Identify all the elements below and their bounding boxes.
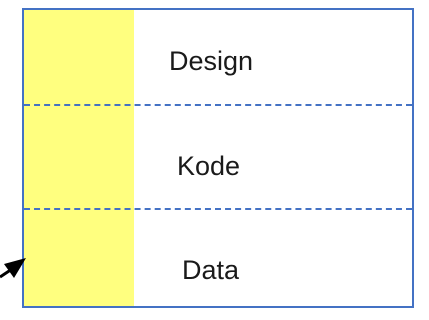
- divider-1: [24, 104, 412, 106]
- divider-2: [24, 208, 412, 210]
- section-label-kode: Kode: [177, 151, 241, 181]
- yellow-strip: [24, 10, 134, 306]
- stack-box: Design Kode Data: [22, 8, 414, 308]
- diagram-canvas: Design Kode Data: [0, 0, 429, 320]
- section-label-design: Design: [169, 46, 254, 76]
- arrow-icon: [0, 258, 26, 279]
- section-label-data: Data: [182, 255, 240, 285]
